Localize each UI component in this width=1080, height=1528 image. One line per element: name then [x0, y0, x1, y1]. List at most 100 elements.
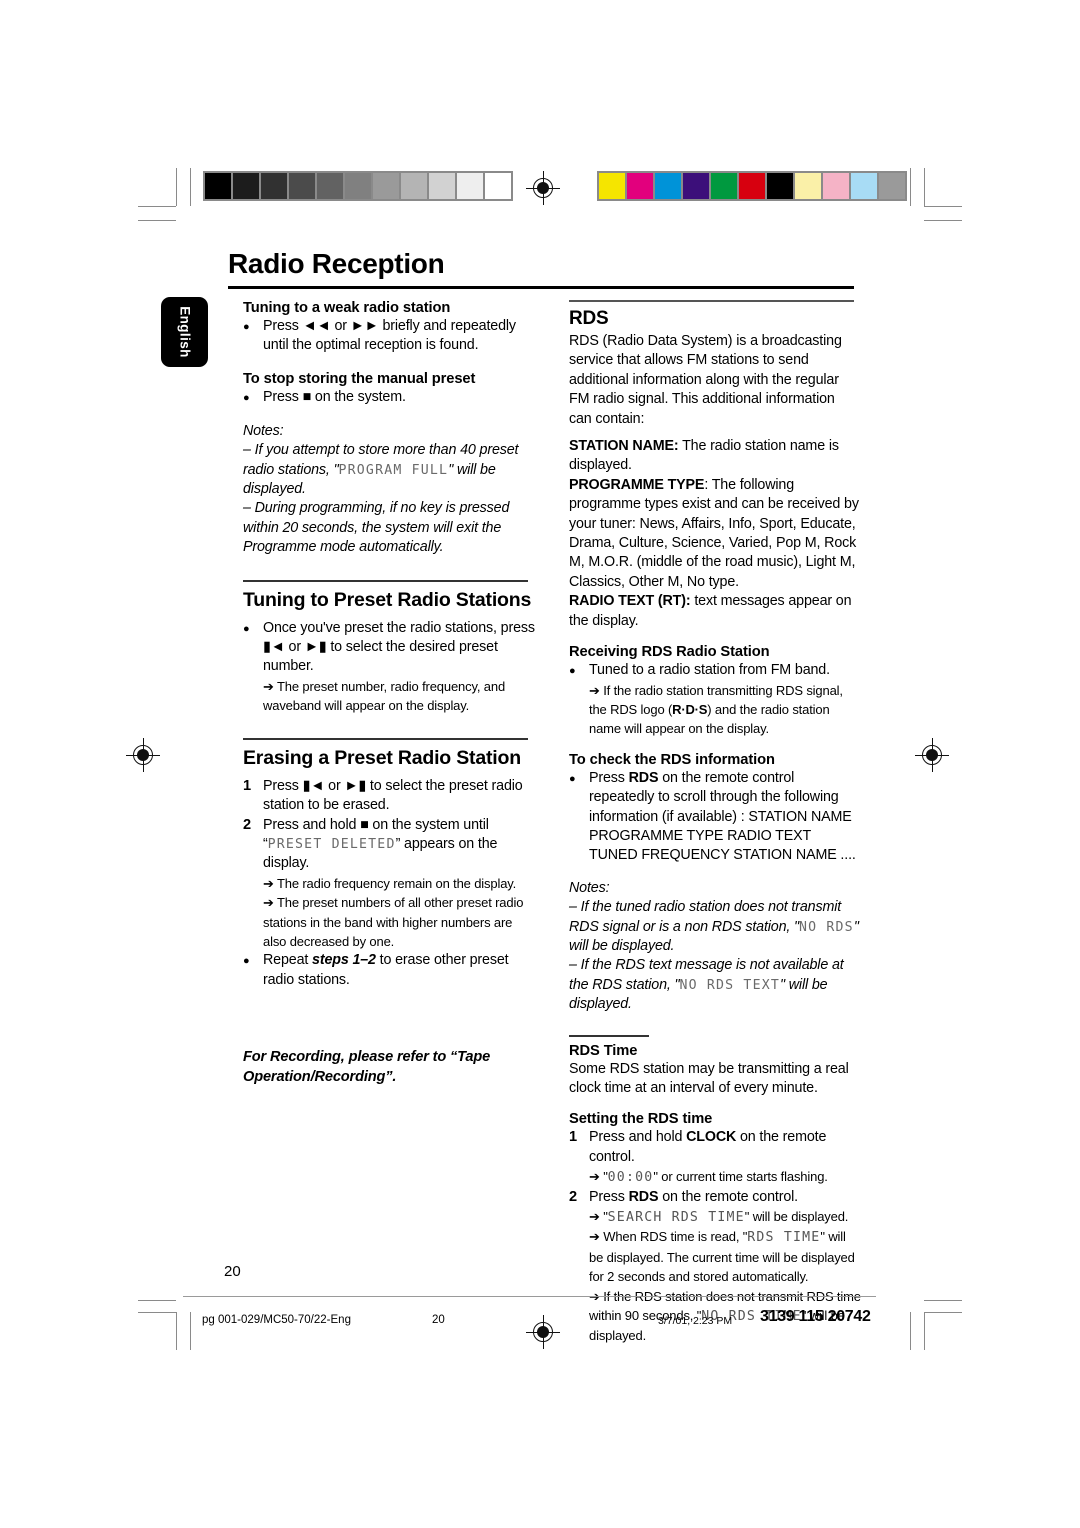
grayscale-swatch: [373, 173, 399, 199]
lcd-program-full: PROGRAM FULL: [338, 462, 449, 478]
rds-logo: R·D·S: [672, 701, 708, 717]
bullet-stop-storing-preset: ● Press ■ on the system.: [243, 388, 535, 409]
right-column: RDS RDS (Radio Data System) is a broadca…: [569, 300, 861, 1346]
manual-page: Radio Reception English Tuning to a weak…: [0, 0, 1080, 1528]
lcd-rds-time: RDS TIME: [747, 1230, 821, 1246]
arrow-text-b: " will be displayed.: [744, 1209, 849, 1225]
heading-check-rds-information: To check the RDS information: [569, 751, 775, 768]
color-swatch: [655, 173, 681, 199]
step-1-erase: 1 Press ▮◄ or ►▮ to select the preset ra…: [243, 777, 535, 816]
bullet-tuning-weak-station: ● Press ◄◄ or ►► briefly and repeatedly …: [243, 317, 535, 356]
arrow-text-a: ➔ ": [589, 1169, 608, 1185]
rds-programme-type: PROGRAMME TYPE: The following programme …: [569, 476, 861, 592]
color-swatch: [683, 173, 709, 199]
bullet-marker: ●: [243, 321, 250, 333]
note-no-rds-text: – If the RDS text message is not availab…: [569, 956, 861, 1014]
heading-tuning-preset-stations: Tuning to Preset Radio Stations: [243, 588, 532, 611]
bullet-text-a: Repeat: [263, 952, 313, 969]
color-swatch: [627, 173, 653, 199]
section-divider-preset: [243, 579, 528, 582]
lcd-no-rds-text: NO RDS TEXT: [679, 977, 780, 993]
bullet-check-rds: ● Press RDS on the remote control repeat…: [569, 769, 861, 866]
arrow-text-b: " or current time starts flashing.: [653, 1169, 828, 1185]
color-swatch: [767, 173, 793, 199]
color-swatch: [711, 173, 737, 199]
language-tab-label: English: [177, 306, 192, 358]
grayscale-swatch: [233, 173, 259, 199]
bullet-text: Press ■ on the system.: [263, 388, 406, 405]
note-program-full: – If you attempt to store more than 40 p…: [243, 441, 535, 499]
arrow-rds-time-read: ➔ When RDS time is read, "RDS TIME" will…: [589, 1227, 861, 1286]
notes-label: Notes:: [243, 422, 284, 439]
bullet-text: Repeat steps 1–2 to erase other preset r…: [263, 951, 535, 990]
clock-button-label: CLOCK: [686, 1129, 737, 1146]
lcd-preset-deleted: PRESET DELETED: [267, 836, 396, 852]
footer-divider: [183, 1296, 876, 1297]
lcd-zero-zero: 00:00: [607, 1170, 654, 1186]
registration-mark-bottom-center: [526, 1315, 560, 1349]
step-text-a: Press and hold: [589, 1129, 687, 1146]
arrow-preset-numbers-decreased: ➔ The preset numbers of all other preset…: [263, 895, 524, 949]
page-title: Radio Reception: [228, 248, 445, 279]
bullet-text-a: Press: [589, 769, 629, 786]
rds-radio-text: RADIO TEXT (RT): text messages appear on…: [569, 592, 861, 631]
programme-type-label: PROGRAMME TYPE: [569, 476, 705, 493]
rds-station-name: STATION NAME: The radio station name is …: [569, 437, 861, 476]
crop-mark-bottom-right: [898, 1300, 968, 1360]
step-2-erase: 2 Press and hold ■ on the system until “…: [243, 816, 535, 952]
bullet-text: Press ◄◄ or ►► briefly and repeatedly un…: [263, 318, 516, 354]
step-text: Press and hold CLOCK on the remote contr…: [589, 1128, 861, 1167]
color-swatch: [599, 173, 625, 199]
heading-tuning-weak-station: Tuning to a weak radio station: [243, 300, 451, 316]
bullet-marker: ●: [569, 772, 576, 785]
step-number: 2: [243, 816, 252, 833]
step-number: 1: [243, 777, 252, 794]
lcd-no-rds: NO RDS: [798, 919, 854, 935]
title-divider: [228, 286, 854, 289]
bullet-marker: ●: [243, 622, 250, 635]
crop-mark-bottom-left: [138, 1300, 208, 1360]
bullet-text: Tuned to a radio station from FM band.: [589, 662, 830, 679]
step-number: 2: [569, 1188, 578, 1205]
grayscale-swatch: [457, 173, 483, 199]
rds-button-label: RDS: [628, 769, 659, 786]
step-text: Press and hold ■ on the system until “PR…: [263, 816, 535, 874]
radio-text-label: RADIO TEXT (RT):: [569, 593, 691, 610]
bullet-repeat-steps: ● Repeat steps 1–2 to erase other preset…: [243, 951, 535, 990]
color-swatch: [879, 173, 905, 199]
left-column: Tuning to a weak radio station ● Press ◄…: [243, 300, 535, 1087]
programme-type-text: : The following programme types exist an…: [569, 476, 859, 590]
bullet-marker: ●: [243, 391, 250, 404]
step-1-set-rds-time: 1 Press and hold CLOCK on the remote con…: [569, 1128, 861, 1187]
arrow-rds-logo: ➔ If the radio station transmitting RDS …: [589, 681, 861, 739]
heading-rds: RDS: [569, 308, 609, 329]
page-number: 20: [224, 1263, 241, 1280]
grayscale-swatch: [205, 173, 231, 199]
color-swatch: [739, 173, 765, 199]
arrow-search-rds-time: ➔ "SEARCH RDS TIME" will be displayed.: [589, 1207, 861, 1227]
grayscale-swatch: [289, 173, 315, 199]
station-name-label: STATION NAME:: [569, 438, 679, 455]
recording-reference-note: For Recording, please refer to “Tape Ope…: [243, 1049, 491, 1085]
footer-page: 20: [432, 1314, 445, 1326]
step-number: 1: [569, 1129, 578, 1146]
notes-label: Notes:: [569, 879, 610, 896]
steps-emphasis: steps 1–2: [312, 952, 376, 969]
language-tab: English: [161, 297, 208, 367]
step-text-b: on the remote control.: [658, 1188, 798, 1205]
arrow-preset-display: ➔ The preset number, radio frequency, an…: [263, 678, 506, 714]
rds-button-label: RDS: [628, 1188, 659, 1205]
footer-document-code: 3139 115 20742: [760, 1308, 871, 1325]
heading-rds-time: RDS Time: [569, 1042, 638, 1059]
registration-mark-left: [126, 738, 160, 772]
note-programme-timeout: – During programming, if no key is press…: [243, 500, 510, 556]
grayscale-swatch: [485, 173, 511, 199]
bullet-text: Once you've preset the radio stations, p…: [263, 619, 535, 675]
crop-mark-top-right: [898, 168, 968, 221]
heading-receiving-rds-station: Receiving RDS Radio Station: [569, 644, 770, 661]
heading-stop-storing-preset: To stop storing the manual preset: [243, 370, 476, 387]
grayscale-calibration-bar: [203, 171, 513, 201]
color-swatch: [795, 173, 821, 199]
step-text: Press ▮◄ or ►▮ to select the preset radi…: [263, 777, 523, 814]
bullet-text: Press RDS on the remote control repeated…: [589, 769, 861, 866]
